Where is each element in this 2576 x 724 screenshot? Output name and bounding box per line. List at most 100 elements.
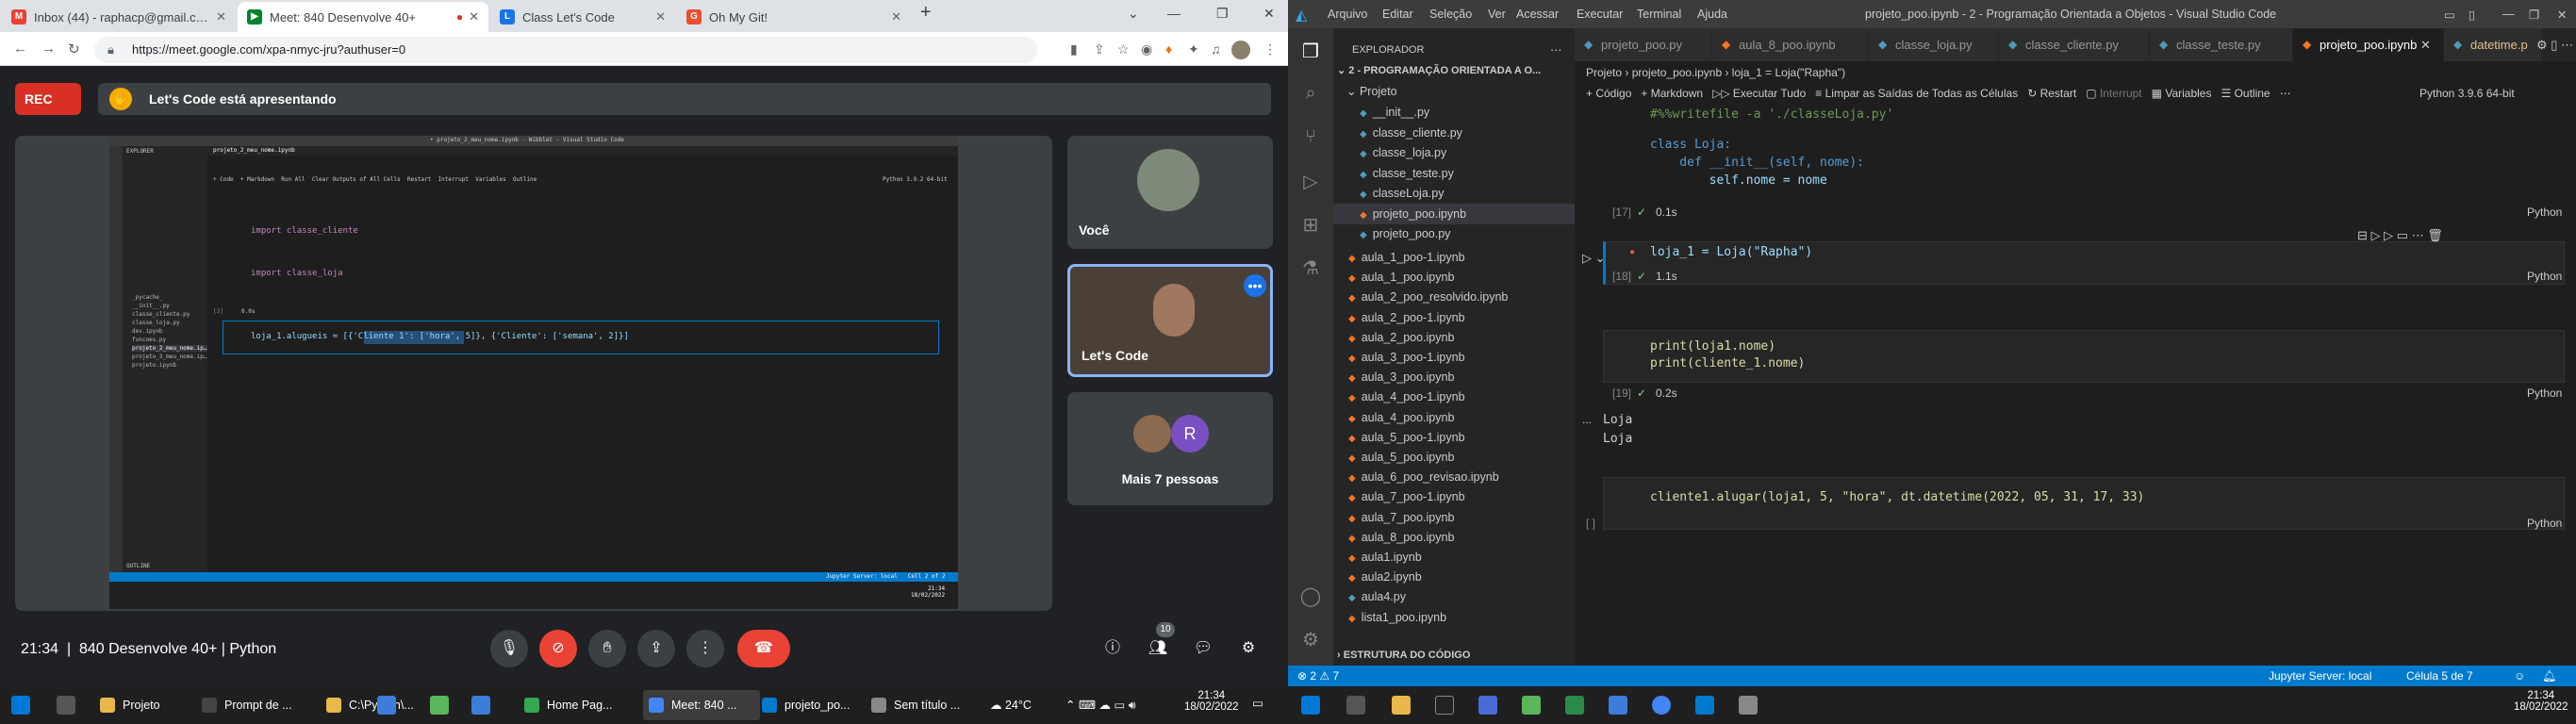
app-icon[interactable]: [1609, 696, 1627, 715]
workspace-root[interactable]: ⌄ 2 - PROGRAMAÇÃO ORIENTADA A O...: [1337, 60, 1573, 81]
taskbar-app[interactable]: Meet: 840 ...: [643, 690, 760, 720]
file-item[interactable]: ◆ aula_3_poo.ipynb: [1333, 367, 1575, 387]
menu-executar[interactable]: Executar: [1577, 8, 1623, 21]
source-control-icon[interactable]: ⑂: [1299, 126, 1322, 149]
cell-toolbar[interactable]: ⊟ ▷ ▷ ▭ ⋯ 🗑︎: [2357, 228, 2443, 243]
task-view-icon[interactable]: [57, 696, 75, 715]
output-more-icon[interactable]: ...: [1582, 413, 1592, 426]
kernel-picker[interactable]: Python 3.9.6 64-bit: [2419, 87, 2515, 100]
outline-section[interactable]: › ESTRUTURA DO CÓDIGO: [1337, 645, 1470, 666]
tab-projeto-poo-py[interactable]: ◆ projeto_poo.py: [1575, 28, 1712, 61]
present-button[interactable]: ⇪: [637, 630, 675, 667]
taskbar-app[interactable]: Projeto: [94, 690, 189, 720]
windows-start-icon[interactable]: [11, 696, 30, 715]
outline-button[interactable]: Outline: [2235, 87, 2271, 100]
more-options-icon[interactable]: •••: [1244, 274, 1266, 297]
file-item[interactable]: ◆ aula_2_poo_resolvido.ipynb: [1333, 287, 1575, 307]
close-icon[interactable]: ✕: [2420, 38, 2431, 52]
file-item[interactable]: ◆ classe_loja.py: [1333, 142, 1575, 163]
maximize-icon[interactable]: ❐: [1216, 6, 1229, 22]
terminal-icon[interactable]: [1435, 696, 1454, 715]
jupyter-status[interactable]: Jupyter Server: local: [2269, 669, 2371, 683]
activities-icon[interactable]: ⚙︎: [1230, 630, 1267, 667]
tab-classe-teste[interactable]: ◆ classe_teste.py: [2150, 28, 2293, 61]
feedback-icon[interactable]: ☺: [2514, 669, 2525, 683]
forward-icon[interactable]: →: [41, 41, 56, 57]
info-icon[interactable]: ⓘ: [1094, 630, 1131, 667]
add-markdown-button[interactable]: + Markdown: [1641, 87, 1703, 100]
clock[interactable]: 21:34 18/02/2022: [2514, 690, 2568, 713]
file-item[interactable]: ◆ aula_5_poo.ipynb: [1333, 447, 1575, 468]
close-icon[interactable]: ✕: [463, 9, 479, 25]
new-tab-button[interactable]: +: [920, 2, 932, 24]
extension-icon[interactable]: ◉: [1141, 41, 1152, 58]
breadcrumb-item[interactable]: Projeto: [1586, 66, 1622, 79]
file-item[interactable]: ◆ aula4.py: [1333, 586, 1575, 607]
menu-acessar[interactable]: Acessar: [1516, 8, 1559, 21]
file-item[interactable]: ◆ aula1.ipynb: [1333, 547, 1575, 568]
pinned-app-icon[interactable]: [430, 696, 449, 715]
tile-you[interactable]: Você: [1067, 136, 1273, 249]
layout-icon[interactable]: ▯: [2469, 8, 2475, 22]
taskbar-app[interactable]: Sem título ...: [866, 690, 983, 720]
paint-icon[interactable]: [1739, 696, 1758, 715]
explorer-icon[interactable]: ❐: [1299, 40, 1322, 62]
extensions-icon[interactable]: ⊞: [1299, 213, 1322, 236]
file-item[interactable]: ◆ aula_4_poo-1.ipynb: [1333, 387, 1575, 407]
menu-arquivo[interactable]: Arquivo: [1328, 8, 1367, 21]
app-icon[interactable]: [1478, 696, 1497, 715]
search-icon[interactable]: ⌕: [1299, 83, 1322, 106]
run-debug-icon[interactable]: ▷: [1299, 170, 1322, 192]
run-cell-icon[interactable]: ▷ ⌄: [1582, 251, 1606, 266]
pinned-app-icon[interactable]: [377, 696, 396, 715]
camera-icon[interactable]: ▮: [1070, 41, 1078, 58]
add-code-button[interactable]: + Código: [1586, 87, 1631, 100]
file-item[interactable]: ◆ classe_cliente.py: [1333, 123, 1575, 143]
menu-ver[interactable]: Ver: [1488, 8, 1506, 21]
settings-gear-icon[interactable]: ⚙: [1299, 628, 1322, 650]
close-window-icon[interactable]: ✕: [2557, 8, 2567, 22]
tab-search-icon[interactable]: ⌄: [1128, 6, 1139, 22]
file-item[interactable]: ◆ aula_8_poo.ipynb: [1333, 527, 1575, 548]
tab-aula8[interactable]: ◆ aula_8_poo.ipynb: [1712, 28, 1869, 61]
camera-off-button[interactable]: ⊘: [539, 630, 577, 667]
tab-ohmygit[interactable]: G Oh My Git! ✕: [677, 2, 911, 32]
share-icon[interactable]: ⇪: [1094, 41, 1105, 58]
close-icon[interactable]: ✕: [210, 9, 226, 25]
profile-avatar[interactable]: [1231, 41, 1250, 59]
taskbar-app[interactable]: Home Pag...: [519, 690, 636, 720]
file-item[interactable]: ◆ lista1_poo.ipynb: [1333, 607, 1575, 628]
tile-others[interactable]: R Mais 7 pessoas: [1067, 392, 1273, 505]
tile-letscode[interactable]: ••• Let's Code: [1067, 264, 1273, 377]
file-item[interactable]: ◆ aula2.ipynb: [1333, 567, 1575, 587]
close-window-icon[interactable]: ✕: [1263, 6, 1275, 22]
file-item[interactable]: ◆ projeto_poo.ipynb: [1333, 203, 1575, 224]
file-item[interactable]: ◆ aula_2_poo.ipynb: [1333, 327, 1575, 348]
notification-icon[interactable]: ▭: [1252, 696, 1263, 710]
menu-icon[interactable]: ⋮: [1263, 41, 1277, 58]
file-item[interactable]: ◆ aula_2_poo-1.ipynb: [1333, 307, 1575, 328]
file-item[interactable]: ◆ aula_1_poo.ipynb: [1333, 267, 1575, 288]
menu-terminal[interactable]: Terminal: [1637, 8, 1681, 21]
file-item[interactable]: ◆ __init__.py: [1333, 102, 1575, 123]
restart-button[interactable]: Restart: [2040, 87, 2077, 100]
tab-datetime[interactable]: ◆ datetime.p: [2444, 28, 2542, 61]
split-editor-icon[interactable]: ⚙ ▯ ⋯: [2536, 38, 2573, 53]
tab-projeto-poo-ipynb[interactable]: ◆ projeto_poo.ipynb ✕: [2293, 28, 2444, 61]
reload-icon[interactable]: ↻: [68, 41, 80, 58]
chrome-icon[interactable]: [1652, 696, 1671, 715]
breadcrumb-item[interactable]: loja_1 = Loja("Rapha"): [1732, 66, 1845, 79]
file-item[interactable]: ◆ classeLoja.py: [1333, 183, 1575, 204]
file-item[interactable]: ◆ aula_1_poo-1.ipynb: [1333, 247, 1575, 268]
weather-widget[interactable]: ☁ 24°C: [990, 698, 1032, 712]
file-item[interactable]: ◆ aula_3_poo-1.ipynb: [1333, 347, 1575, 368]
windows-start-icon[interactable]: [1301, 696, 1320, 715]
more-actions-icon[interactable]: ⋯: [1550, 40, 1562, 60]
pinned-app-icon[interactable]: [471, 696, 490, 715]
close-icon[interactable]: ✕: [885, 9, 901, 25]
file-item[interactable]: ◆ aula_6_poo_revisao.ipynb: [1333, 467, 1575, 487]
taskbar-app[interactable]: Prompt de ...: [196, 690, 311, 720]
tab-classe-loja[interactable]: ◆ classe_loja.py: [1869, 28, 1999, 61]
variables-button[interactable]: Variables: [2165, 87, 2211, 100]
back-icon[interactable]: ←: [13, 41, 27, 57]
